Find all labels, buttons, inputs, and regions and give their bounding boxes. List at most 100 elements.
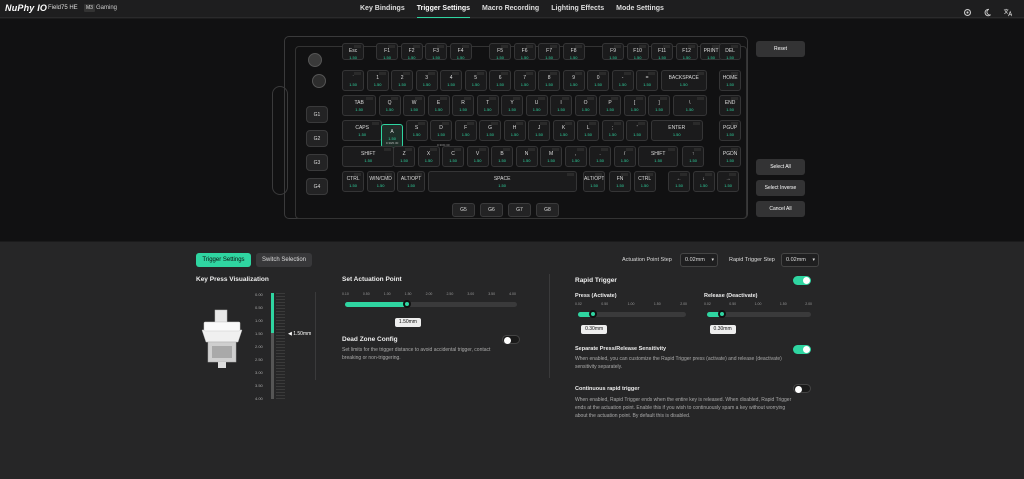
rapid-step-select[interactable]: 0.02mm ▾ [781,253,819,267]
tab-trigger-settings-sub[interactable]: Trigger Settings [196,253,251,267]
key-2-5[interactable]: T 1.50 [476,95,499,116]
key-5-8[interactable]: ↓ 1.50 [692,171,715,192]
g-key-g2[interactable]: G2 [306,130,328,147]
key-4-5[interactable]: B 1.50 [491,146,514,167]
continuous-rapid-toggle[interactable] [793,384,811,393]
key-5-6[interactable]: CTRL 1.50 [633,171,656,192]
g-key-g3[interactable]: G3 [306,154,328,171]
reset-button[interactable]: Reset [756,41,805,57]
key-0-5[interactable]: F5 1.50 [489,43,512,60]
tab-switch-selection[interactable]: Switch Selection [256,253,312,267]
key-4-13[interactable]: PGDN 1.50 [719,146,742,167]
translate-icon[interactable] [1003,4,1013,17]
key-0-6[interactable]: F6 1.50 [513,43,536,60]
g-key-g6[interactable]: G6 [480,203,503,217]
key-4-12[interactable]: ↑ 1.50 [682,146,705,167]
key-0-9[interactable]: F9 1.50 [602,43,625,60]
key-1-10[interactable]: 0 1.50 [587,70,610,91]
select-inverse-button[interactable]: Select Inverse [756,180,805,196]
key-3-5[interactable]: G 1.50 [479,120,502,141]
key-2-2[interactable]: W 1.50 [403,95,426,116]
key-0-8[interactable]: F8 1.50 [562,43,585,60]
key-3-9[interactable]: L 1.50 [577,120,600,141]
separate-sensitivity-toggle[interactable] [793,345,811,354]
key-1-5[interactable]: 5 1.50 [464,70,487,91]
key-1-11[interactable]: -1.50 [611,70,634,91]
key-1-6[interactable]: 6 1.50 [489,70,512,91]
key-4-1[interactable]: Z 1.50 [393,146,416,167]
key-4-4[interactable]: V 1.50 [466,146,489,167]
key-2-13[interactable]: \ 1.50 [672,95,707,116]
key-0-12[interactable]: F12 1.50 [675,43,698,60]
key-2-9[interactable]: O 1.50 [574,95,597,116]
key-3-12[interactable]: ENTER 1.50 [650,120,703,141]
key-1-7[interactable]: 7 1.50 [513,70,536,91]
key-2-14[interactable]: END 1.50 [719,95,742,116]
key-1-2[interactable]: 2 1.50 [391,70,414,91]
key-0-2[interactable]: F2 1.50 [400,43,423,60]
key-2-11[interactable]: [1.50 [623,95,646,116]
key-3-3[interactable]: D 1.50 [430,120,453,141]
key-0-7[interactable]: F7 1.50 [538,43,561,60]
key-2-8[interactable]: I 1.50 [550,95,573,116]
key-4-9[interactable]: . 1.50 [589,146,612,167]
key-1-9[interactable]: 9 1.50 [562,70,585,91]
tab-mode-settings[interactable]: Mode Settings [616,0,664,18]
g-key-g7[interactable]: G7 [508,203,531,217]
key-1-0[interactable]: ` 1.50 [342,70,365,91]
tab-key-bindings[interactable]: Key Bindings [360,0,405,18]
key-1-12[interactable]: = 1.50 [636,70,659,91]
key-0-3[interactable]: F3 1.50 [425,43,448,60]
key-3-6[interactable]: H 1.50 [503,120,526,141]
release-slider-thumb[interactable] [717,310,726,318]
key-5-7[interactable]: ← 1.50 [668,171,691,192]
key-2-0[interactable]: TAB 1.50 [342,95,377,116]
key-4-10[interactable]: /1.50 [613,146,636,167]
key-0-4[interactable]: F4 1.50 [449,43,472,60]
key-3-8[interactable]: K 1.50 [552,120,575,141]
g-key-g4[interactable]: G4 [306,178,328,195]
g-key-g1[interactable]: G1 [306,106,328,123]
key-3-1[interactable]: A 1.50 0.30/0.30 [381,124,404,148]
key-5-4[interactable]: ALT/OPT 1.50 [583,171,606,192]
key-5-3[interactable]: SPACE 1.50 [427,171,577,192]
key-5-2[interactable]: ALT/OPT 1.50 [397,171,426,192]
key-2-12[interactable]: ] 1.50 [648,95,671,116]
knob-icon[interactable] [308,53,322,67]
key-3-10[interactable]: ; 1.50 [601,120,624,141]
dial-icon[interactable] [312,74,326,88]
key-1-8[interactable]: 8 1.50 [538,70,561,91]
key-3-11[interactable]: ' 1.50 [626,120,649,141]
key-3-7[interactable]: J 1.50 [528,120,551,141]
key-4-2[interactable]: X 1.50 [417,146,440,167]
tab-trigger-settings[interactable]: Trigger Settings [416,0,471,18]
key-1-4[interactable]: 4 1.50 [440,70,463,91]
moon-icon[interactable] [983,4,992,17]
key-1-14[interactable]: HOME 1.50 [719,70,742,91]
g-key-g5[interactable]: G5 [452,203,475,217]
actuation-slider[interactable] [345,302,517,307]
key-2-6[interactable]: Y 1.50 [501,95,524,116]
key-0-1[interactable]: F1 1.50 [376,43,399,60]
cancel-all-button[interactable]: Cancel All [756,201,805,217]
key-1-1[interactable]: 1 1.50 [366,70,389,91]
key-4-6[interactable]: N 1.50 [515,146,538,167]
dead-zone-toggle[interactable] [502,335,520,344]
tab-macro-recording[interactable]: Macro Recording [482,0,539,18]
key-0-14[interactable]: DEL 1.50 [719,43,742,60]
key-5-9[interactable]: → 1.50 [717,171,740,192]
key-5-5[interactable]: FN 1.50 [609,171,632,192]
key-0-11[interactable]: F11 1.50 [651,43,674,60]
key-2-4[interactable]: R 1.50 [452,95,475,116]
key-2-7[interactable]: U 1.50 [525,95,548,116]
key-4-7[interactable]: M 1.50 [540,146,563,167]
key-2-3[interactable]: E 1.50 [427,95,450,116]
key-4-3[interactable]: C 1.50 [442,146,465,167]
key-3-0[interactable]: CAPS 1.50 [342,120,383,141]
rapid-trigger-toggle[interactable] [793,276,811,285]
g-key-g8[interactable]: G8 [536,203,559,217]
key-4-11[interactable]: SHIFT 1.50 [638,146,679,167]
settings-icon[interactable] [963,4,972,17]
key-2-1[interactable]: Q 1.50 [378,95,401,116]
key-3-2[interactable]: S 1.50 [405,120,428,141]
